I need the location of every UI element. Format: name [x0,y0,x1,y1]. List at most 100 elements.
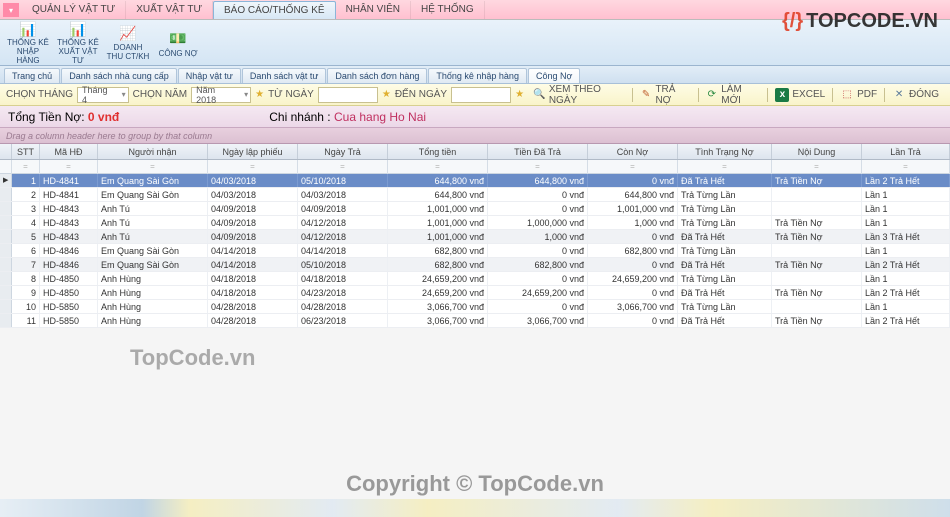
cell: 644,800 vnđ [388,188,488,201]
cell [0,314,12,327]
ribbon-icon: 📊 [67,21,89,38]
grid-filter-row[interactable]: =========== [0,160,950,174]
ribbon-icon: 📊 [17,21,39,38]
table-row[interactable]: 8HD-4850Anh Hùng04/18/201804/18/201824,6… [0,272,950,286]
to-date-input[interactable] [451,87,511,103]
table-row[interactable]: 6HD-4846Em Quang Sài Gòn04/14/201804/14/… [0,244,950,258]
column-header[interactable]: Còn Nợ [588,144,678,159]
column-filter-cell[interactable]: = [772,160,862,174]
cell: 0 vnđ [488,272,588,285]
table-row[interactable]: 2HD-4841Em Quang Sài Gòn04/03/201804/03/… [0,188,950,202]
from-date-input[interactable] [318,87,378,103]
main-tab[interactable]: QUẢN LÝ VẬT TƯ [22,1,126,19]
main-tab[interactable]: XUẤT VẬT TƯ [126,1,213,19]
document-tab[interactable]: Nhập vật tư [178,68,241,83]
column-filter-cell[interactable]: = [298,160,388,174]
column-header[interactable]: Người nhận [98,144,208,159]
toolbar-icon: ⬚ [840,88,854,102]
ribbon-thongke-xuat[interactable]: 📊THỐNG KÊ XUẤT VẬT TƯ [54,22,102,63]
ribbon-congno[interactable]: 💵CÔNG NỢ [154,22,202,63]
cell [0,188,12,201]
document-tab[interactable]: Danh sách đơn hàng [327,68,427,83]
cell: 0 vnđ [588,258,678,271]
document-tab[interactable]: Danh sách nhà cung cấp [61,68,177,83]
column-filter-cell[interactable]: = [12,160,40,174]
table-row[interactable]: 1HD-4841Em Quang Sài Gòn04/03/201805/10/… [0,174,950,188]
main-tab[interactable]: BÁO CÁO/THỐNG KÊ [213,1,336,19]
column-header[interactable]: Mã HĐ [40,144,98,159]
btn-xemtheongay[interactable]: 🔍XEM THEO NGÀY [528,86,630,104]
document-tab[interactable]: Trang chủ [4,68,60,83]
main-tab[interactable]: NHÂN VIÊN [336,1,411,19]
cell: Anh Hùng [98,300,208,313]
column-filter-cell[interactable] [0,160,12,174]
cell: Lần 1 [862,188,950,201]
cell: HD-4843 [40,230,98,243]
cell: Anh Tú [98,230,208,243]
btn-dong[interactable]: ✕ĐÓNG [887,86,944,104]
column-header[interactable]: Tình Trạng Nợ [678,144,772,159]
table-row[interactable]: 3HD-4843Anh Tú04/09/201804/09/20181,001,… [0,202,950,216]
cell: 04/18/2018 [208,272,298,285]
main-tab[interactable]: HỆ THỐNG [411,1,485,19]
column-filter-cell[interactable]: = [488,160,588,174]
ribbon-thongke-nhap[interactable]: 📊THỐNG KÊ NHẬP HÀNG [4,22,52,63]
cell: 1,001,000 vnđ [388,216,488,229]
cell: Em Quang Sài Gòn [98,258,208,271]
cell: Anh Tú [98,202,208,215]
ribbon-icon: 💵 [167,27,189,49]
document-tab[interactable]: Danh sách vật tư [242,68,327,83]
cell: Lần 2 Trả Hết [862,314,950,327]
document-tab[interactable]: Công Nợ [528,68,580,83]
column-filter-cell[interactable]: = [678,160,772,174]
column-filter-cell[interactable]: = [588,160,678,174]
year-dropdown[interactable]: Năm 2018 [191,87,251,103]
column-header[interactable]: Ngày lập phiếu [208,144,298,159]
table-row[interactable]: 9HD-4850Anh Hùng04/18/201804/23/201824,6… [0,286,950,300]
cell: Lần 2 Trả Hết [862,174,950,187]
table-row[interactable]: 7HD-4846Em Quang Sài Gòn04/14/201805/10/… [0,258,950,272]
table-row[interactable]: 4HD-4843Anh Tú04/09/201804/12/20181,001,… [0,216,950,230]
toolbar-icon: ✎ [640,88,653,102]
column-header[interactable]: STT [12,144,40,159]
cell: Lần 3 Trả Hết [862,230,950,243]
cell: 04/09/2018 [298,202,388,215]
cell: 04/18/2018 [208,286,298,299]
column-header[interactable]: Tổng tiền [388,144,488,159]
cell: 682,800 vnđ [388,258,488,271]
column-filter-cell[interactable]: = [98,160,208,174]
table-row[interactable]: 11HD-5850Anh Hùng04/28/201806/23/20183,0… [0,314,950,328]
cell [772,244,862,257]
table-row[interactable]: 10HD-5850Anh Hùng04/28/201804/28/20183,0… [0,300,950,314]
expand-ribbon-icon[interactable]: ▾ [3,3,19,17]
btn-lammoi[interactable]: ⟳LÀM MỚI [701,86,766,104]
column-filter-cell[interactable]: = [208,160,298,174]
group-by-hint[interactable]: Drag a column header here to group by th… [0,128,950,144]
cell [0,300,12,313]
to-date-label: ĐẾN NGÀY [395,89,447,100]
cell: 1,001,000 vnđ [588,202,678,215]
cell: 05/10/2018 [298,174,388,187]
table-row[interactable]: 5HD-4843Anh Tú04/09/201804/12/20181,001,… [0,230,950,244]
column-header[interactable] [0,144,12,159]
btn-trano[interactable]: ✎TRẢ NỢ [635,86,696,104]
column-header[interactable]: Lần Trả [862,144,950,159]
btn-pdf[interactable]: ⬚PDF [835,86,882,104]
debt-grid: STTMã HĐNgười nhậnNgày lập phiếuNgày Trả… [0,144,950,328]
cell: 5 [12,230,40,243]
month-dropdown[interactable]: Tháng 4 [77,87,129,103]
column-header[interactable]: Tiền Đã Trả [488,144,588,159]
column-header[interactable]: Ngày Trả [298,144,388,159]
ribbon-doanhthu[interactable]: 📈DOANH THU CT/KH [104,22,152,63]
column-filter-cell[interactable]: = [40,160,98,174]
column-filter-cell[interactable]: = [862,160,950,174]
cell: 04/03/2018 [208,188,298,201]
cell: Trả Tiền Nợ [772,216,862,229]
cell: 04/28/2018 [208,300,298,313]
cell: Lần 1 [862,244,950,257]
column-filter-cell[interactable]: = [388,160,488,174]
btn-excel[interactable]: xEXCEL [770,86,830,104]
column-header[interactable]: Nội Dung [772,144,862,159]
document-tab[interactable]: Thống kê nhập hàng [428,68,527,83]
ribbon-label: THỐNG KÊ XUẤT VẬT TƯ [56,38,100,65]
